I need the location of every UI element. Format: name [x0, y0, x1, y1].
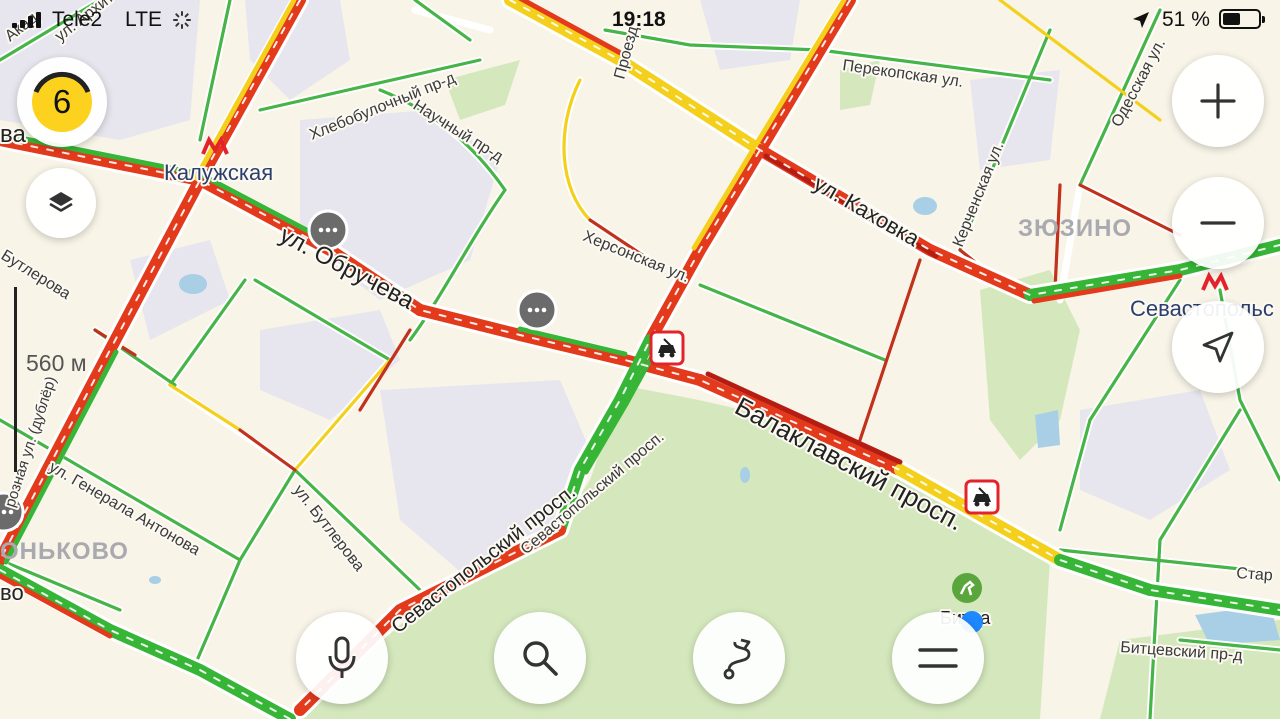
district-label-zyuzino: ЗЮЗИНО [1018, 215, 1132, 242]
plus-icon [1200, 83, 1236, 119]
street-label-vo: во [0, 580, 24, 605]
street-label-star: Стар [1236, 565, 1274, 585]
accident-icon[interactable] [649, 330, 685, 366]
search-button[interactable] [494, 612, 586, 704]
metro-label-kaluzhskaya[interactable]: Калужская [162, 158, 275, 187]
horse-riding-icon[interactable] [952, 573, 982, 603]
microphone-icon [328, 636, 356, 678]
location-arrow-icon [1133, 12, 1149, 28]
traffic-score-arc-icon [33, 71, 91, 94]
signal-bars-icon [12, 12, 48, 28]
zoom-out-button[interactable] [1172, 177, 1264, 269]
network-type: LTE [125, 8, 162, 31]
carrier-name: Tele2 [52, 8, 103, 31]
comment-icon[interactable] [516, 289, 558, 331]
menu-icon [918, 648, 958, 668]
status-bar: Tele2 LTE 19:18 51 % [0, 0, 1280, 40]
battery-percent: 51 % [1162, 8, 1210, 31]
district-label-konkovo: ОНЬКОВО [0, 538, 129, 565]
navigation-arrow-icon [1202, 331, 1234, 363]
zoom-in-button[interactable] [1172, 55, 1264, 147]
voice-search-button[interactable] [296, 612, 388, 704]
search-icon [523, 641, 558, 676]
route-icon [723, 638, 751, 680]
my-location-button[interactable] [1172, 301, 1264, 393]
scale-bar [14, 287, 17, 472]
traffic-score-button[interactable]: 6 [17, 57, 107, 147]
accident-icon[interactable] [964, 479, 1000, 515]
menu-button[interactable] [892, 612, 984, 704]
map-view[interactable]: Акад ул. Архитек Хлебобулочный пр-д Науч… [0, 0, 1280, 719]
layers-button[interactable] [26, 168, 96, 238]
routes-button[interactable] [693, 612, 785, 704]
layers-icon [49, 192, 73, 212]
clock: 19:18 [612, 8, 666, 31]
loading-spinner-icon [173, 11, 191, 29]
minus-icon [1200, 221, 1236, 225]
battery-icon [1219, 9, 1265, 29]
scale-label: 560 м [26, 350, 87, 376]
